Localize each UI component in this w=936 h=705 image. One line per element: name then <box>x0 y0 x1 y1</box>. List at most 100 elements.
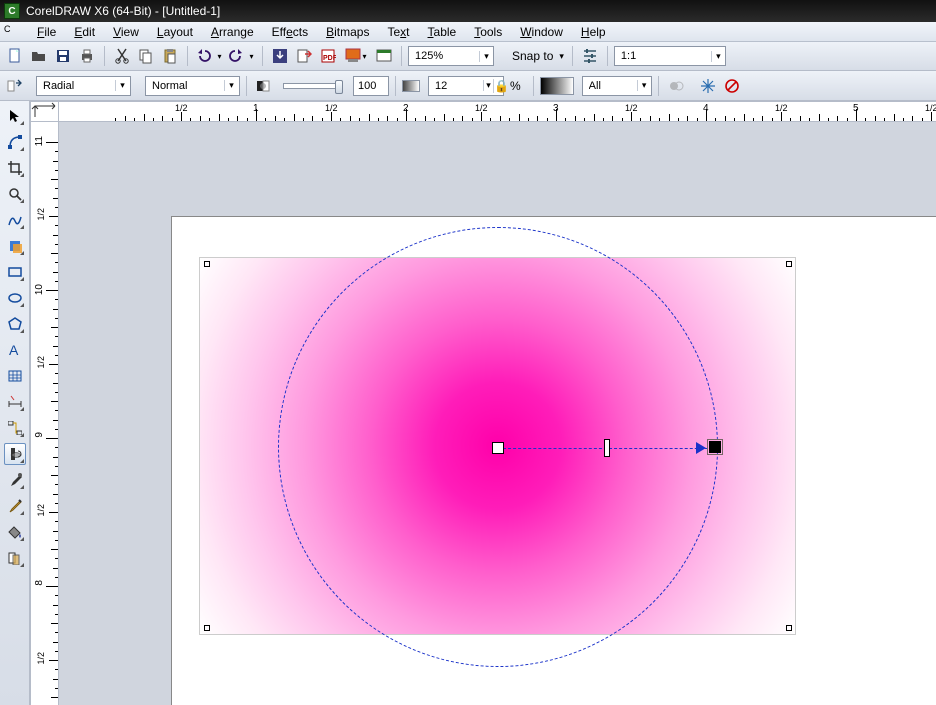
publish-pdf-button[interactable]: PDF <box>317 45 339 67</box>
horizontal-ruler[interactable]: 1/211/221/231/241/251/261/2 <box>59 101 936 122</box>
lock-icon[interactable]: 🔒 <box>493 79 503 93</box>
outline-tool[interactable] <box>4 495 26 517</box>
redo-button[interactable]: ▾ <box>226 45 256 67</box>
pick-tool[interactable] <box>4 105 26 127</box>
fill-type-value[interactable] <box>43 80 115 92</box>
clear-transparency-button[interactable] <box>721 75 743 97</box>
gradient-midpoint-handle[interactable] <box>604 439 610 457</box>
app-launcher-button[interactable]: ▾ <box>341 45 371 67</box>
menu-table[interactable]: Table <box>419 24 466 40</box>
fountain-steps-value[interactable] <box>435 80 483 92</box>
table-tool[interactable] <box>4 365 26 387</box>
cut-button[interactable] <box>111 45 133 67</box>
gradient-preset-thumb[interactable] <box>540 77 574 95</box>
chevron-down-icon: ▾ <box>115 80 129 91</box>
new-button[interactable] <box>4 45 26 67</box>
title-bar: C CorelDRAW X6 (64-Bit) - [Untitled-1] <box>0 0 936 22</box>
chevron-down-icon: ▾ <box>711 51 725 62</box>
property-bar: ▾ ▾ 100 ▾ 🔒 % ▾ <box>0 71 936 101</box>
menu-layout[interactable]: Layout <box>148 24 202 40</box>
interactive-tool[interactable] <box>4 547 26 569</box>
ruler-origin[interactable] <box>30 101 59 122</box>
menu-edit[interactable]: Edit <box>65 24 104 40</box>
menu-view[interactable]: View <box>104 24 148 40</box>
rectangle-tool[interactable] <box>4 261 26 283</box>
selection-handle-br[interactable] <box>786 625 792 631</box>
ratio-dropdown[interactable]: ▾ <box>614 46 726 66</box>
menu-bar: C File Edit View Layout Arrange Effects … <box>0 22 936 42</box>
zoom-level-dropdown[interactable]: ▾ <box>408 46 494 66</box>
menu-tools[interactable]: Tools <box>465 24 511 40</box>
fill-tool[interactable] <box>4 521 26 543</box>
chevron-down-icon: ▾ <box>483 80 493 91</box>
fountain-steps-dropdown[interactable]: ▾ 🔒 <box>428 76 504 96</box>
menu-effects[interactable]: Effects <box>263 24 318 40</box>
chevron-down-icon[interactable]: ▾ <box>559 51 564 62</box>
blend-mode-dropdown[interactable]: ▾ <box>145 76 240 96</box>
eyedropper-tool[interactable] <box>4 469 26 491</box>
gradient-end-handle[interactable] <box>709 441 721 453</box>
ellipse-tool[interactable] <box>4 287 26 309</box>
import-button[interactable] <box>269 45 291 67</box>
edit-fill-button[interactable] <box>4 75 26 97</box>
svg-text:A: A <box>9 343 19 357</box>
apply-to-value[interactable] <box>589 80 637 92</box>
drawing-canvas[interactable] <box>59 122 936 705</box>
menu-bitmaps[interactable]: Bitmaps <box>317 24 378 40</box>
standard-toolbar: ▾ ▾ PDF ▾ ▾ Snap to ▾ ▾ <box>0 42 936 71</box>
menu-arrange[interactable]: Arrange <box>202 24 263 40</box>
gradient-direction-arrow <box>696 442 706 454</box>
menu-help[interactable]: Help <box>572 24 615 40</box>
app-icon: C <box>4 3 20 19</box>
gradient-start-handle[interactable] <box>492 442 504 454</box>
ratio-value[interactable] <box>621 50 711 62</box>
blend-mode-value[interactable] <box>152 80 224 92</box>
snap-to-label: Snap to <box>512 49 553 63</box>
fountain-unit-label: % <box>510 79 521 93</box>
chevron-down-icon: ▾ <box>479 51 493 62</box>
menu-text[interactable]: Text <box>378 24 418 40</box>
vertical-ruler[interactable]: 111/2101/291/281/271/2 <box>30 122 59 705</box>
save-button[interactable] <box>52 45 74 67</box>
transparency-icon <box>253 75 275 97</box>
transparency-value[interactable]: 100 <box>353 76 389 96</box>
chevron-down-icon: ▾ <box>224 80 238 91</box>
selection-handle-tr[interactable] <box>786 261 792 267</box>
undo-button[interactable]: ▾ <box>194 45 224 67</box>
connector-tool[interactable] <box>4 417 26 439</box>
print-button[interactable] <box>76 45 98 67</box>
selection-handle-tl[interactable] <box>204 261 210 267</box>
open-button[interactable] <box>28 45 50 67</box>
chevron-down-icon: ▾ <box>637 80 651 91</box>
svg-text:PDF: PDF <box>323 55 336 62</box>
workspace: A 1/211/221/231/241/251/261/2 111/2101/2… <box>0 101 936 705</box>
copy-fill-properties-button[interactable] <box>665 75 687 97</box>
gradient-vector[interactable] <box>503 448 718 449</box>
shape-tool[interactable] <box>4 131 26 153</box>
doc-control-icon[interactable]: C <box>4 24 20 40</box>
apply-to-dropdown[interactable]: ▾ <box>582 76 652 96</box>
fill-type-dropdown[interactable]: ▾ <box>36 76 131 96</box>
copy-button[interactable] <box>135 45 157 67</box>
smart-fill-tool[interactable] <box>4 235 26 257</box>
text-tool[interactable]: A <box>4 339 26 361</box>
paste-button[interactable] <box>159 45 181 67</box>
transparency-slider[interactable] <box>283 83 343 89</box>
zoom-tool[interactable] <box>4 183 26 205</box>
export-button[interactable] <box>293 45 315 67</box>
dimension-tool[interactable] <box>4 391 26 413</box>
welcome-button[interactable] <box>373 45 395 67</box>
window-title: CorelDRAW X6 (64-Bit) - [Untitled-1] <box>26 4 220 18</box>
freeze-button[interactable] <box>697 75 719 97</box>
options-button[interactable] <box>579 45 601 67</box>
toolbox: A <box>0 101 30 705</box>
interactive-fill-tool[interactable] <box>4 443 26 465</box>
fountain-edge-icon <box>402 80 420 92</box>
freehand-tool[interactable] <box>4 209 26 231</box>
selection-handle-bl[interactable] <box>204 625 210 631</box>
menu-window[interactable]: Window <box>511 24 572 40</box>
crop-tool[interactable] <box>4 157 26 179</box>
zoom-level-value[interactable] <box>415 50 479 62</box>
menu-file[interactable]: File <box>28 24 65 40</box>
polygon-tool[interactable] <box>4 313 26 335</box>
